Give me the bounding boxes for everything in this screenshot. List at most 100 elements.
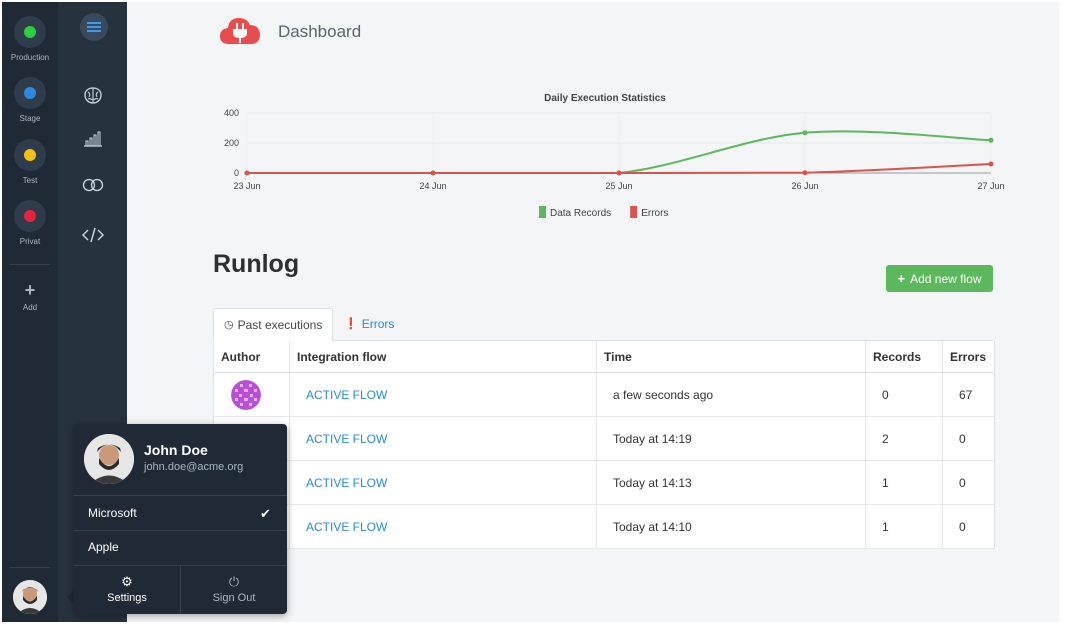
time-cell: a few seconds ago: [597, 373, 866, 416]
popup-divider: [74, 495, 287, 496]
data-point: [988, 137, 994, 143]
records-cell: 1: [866, 461, 943, 504]
col-records: Records: [866, 341, 943, 372]
menu-icon: [87, 22, 101, 32]
errors-cell: 67: [959, 387, 973, 402]
nav-statistics[interactable]: [58, 125, 127, 153]
flow-cell: ACTIVE FLOW: [290, 417, 597, 460]
table-row: ACTIVE FLOW Today at 14:10 1 0: [214, 505, 994, 549]
org-item-microsoft[interactable]: Microsoft: [88, 506, 137, 520]
env-stage-ring: [14, 77, 46, 109]
y-tick-label: 400: [224, 108, 239, 118]
flow-cell: ACTIVE FLOW: [290, 373, 597, 416]
nav-intelligence[interactable]: [58, 82, 127, 110]
user-name: John Doe: [144, 442, 208, 458]
chart-canvas: 0 200 400 23 Jun 24 Jun 25 Jun 26 Jun 27 Jun Dat…: [224, 108, 1005, 219]
records-cell: 0: [866, 373, 943, 416]
env-stage-label: Stage: [19, 114, 41, 123]
rail-divider-bottom: [10, 567, 50, 568]
environment-rail: Production Stage Test Privat + Add: [2, 2, 58, 622]
col-errors: Errors: [950, 349, 987, 364]
x-tick-label: 27 Jun: [977, 181, 1004, 191]
add-new-flow-label: Add new flow: [910, 271, 982, 286]
col-time: Time: [597, 341, 866, 372]
popup-caret: [67, 590, 74, 604]
y-tick-label: 0: [234, 168, 239, 178]
data-point: [616, 170, 622, 176]
data-point: [802, 130, 808, 136]
env-production-ring: [14, 16, 46, 48]
tab-past-executions[interactable]: ◷ Past executions: [213, 308, 334, 341]
plus-icon: +: [24, 280, 36, 300]
flow-link[interactable]: ACTIVE FLOW: [306, 388, 387, 402]
data-point: [430, 170, 436, 176]
env-test-label: Test: [22, 176, 38, 185]
power-icon: ⏻: [228, 574, 240, 589]
tab-errors[interactable]: ❗ Errors: [334, 308, 404, 339]
env-stage[interactable]: Stage: [2, 77, 58, 123]
flow-link[interactable]: ACTIVE FLOW: [306, 520, 387, 534]
flow-link[interactable]: ACTIVE FLOW: [306, 432, 387, 446]
y-tick-label: 200: [224, 138, 239, 148]
data-point: [244, 170, 250, 176]
env-test[interactable]: Test: [2, 139, 58, 185]
flow-cell: ACTIVE FLOW: [290, 505, 597, 548]
gear-icon: ⚙: [121, 574, 133, 589]
time-cell: Today at 14:10: [597, 505, 866, 548]
author-avatar-icon: [231, 379, 261, 410]
popup-avatar: [84, 434, 134, 484]
settings-label: Settings: [107, 592, 147, 604]
x-tick-label: 23 Jun: [233, 181, 260, 191]
flow-cell: ACTIVE FLOW: [290, 461, 597, 504]
sign-out-button[interactable]: ⏻ Sign Out: [181, 566, 287, 614]
code-icon: [81, 227, 104, 243]
env-privat-label: Privat: [19, 237, 41, 246]
env-production-label: Production: [10, 53, 50, 62]
time-cell: Today at 14:13: [597, 461, 866, 504]
runlog-table: Author Integration flow Time Records Err…: [213, 341, 995, 549]
col-integration-flow: Integration flow: [290, 341, 597, 372]
settings-button[interactable]: ⚙ Settings: [74, 566, 180, 614]
env-production-dot: [24, 26, 36, 38]
tab-errors-label: Errors: [361, 316, 395, 331]
data-point: [802, 170, 808, 176]
tab-past-executions-label: Past executions: [237, 317, 323, 332]
legend-swatch: [630, 206, 638, 218]
add-environment-button[interactable]: + Add: [2, 281, 58, 312]
env-test-ring: [14, 139, 46, 171]
user-email: john.doe@acme.org: [144, 461, 244, 473]
brain-icon: [83, 87, 102, 104]
col-author: Author: [214, 341, 290, 372]
user-avatar[interactable]: [13, 580, 47, 614]
x-tick-label: 26 Jun: [791, 181, 818, 191]
table-row: ACTIVE FLOW Today at 14:19 2 0: [214, 417, 994, 461]
menu-toggle-button[interactable]: [80, 13, 108, 41]
env-privat[interactable]: Privat: [2, 200, 58, 246]
rings-icon: [82, 178, 103, 192]
legend-label: Data Records: [550, 208, 611, 219]
popup-divider: [74, 530, 287, 531]
nav-connections[interactable]: [58, 171, 127, 199]
avatar-image: [13, 580, 47, 614]
errors-cell: 0: [959, 431, 966, 446]
time-cell: Today at 14:19: [597, 417, 866, 460]
runlog-tabs: ◷ Past executions ❗ Errors: [213, 308, 993, 341]
legend-swatch: [539, 206, 546, 218]
flow-link[interactable]: ACTIVE FLOW: [306, 476, 387, 490]
rail-divider: [10, 264, 50, 265]
add-label: Add: [22, 303, 38, 312]
execution-chart: Daily Execution Statistics 0 200 400 23 Jun…: [205, 88, 1005, 228]
author-cell: [214, 373, 290, 416]
records-cell: 1: [866, 505, 943, 548]
avatar-image: [84, 434, 134, 484]
org-item-apple[interactable]: Apple: [88, 540, 119, 554]
table-row: ACTIVE FLOW a few seconds ago 0 67: [214, 373, 994, 417]
add-new-flow-button[interactable]: + Add new flow: [886, 265, 993, 292]
user-menu-popup: John Doe john.doe@acme.org Microsoft ✔ A…: [74, 424, 287, 614]
env-privat-dot: [24, 210, 36, 222]
x-tick-label: 25 Jun: [605, 181, 632, 191]
env-production[interactable]: Production: [2, 16, 58, 62]
runlog-title: Runlog: [213, 250, 300, 278]
env-privat-ring: [14, 200, 46, 232]
nav-developer[interactable]: [58, 221, 127, 249]
